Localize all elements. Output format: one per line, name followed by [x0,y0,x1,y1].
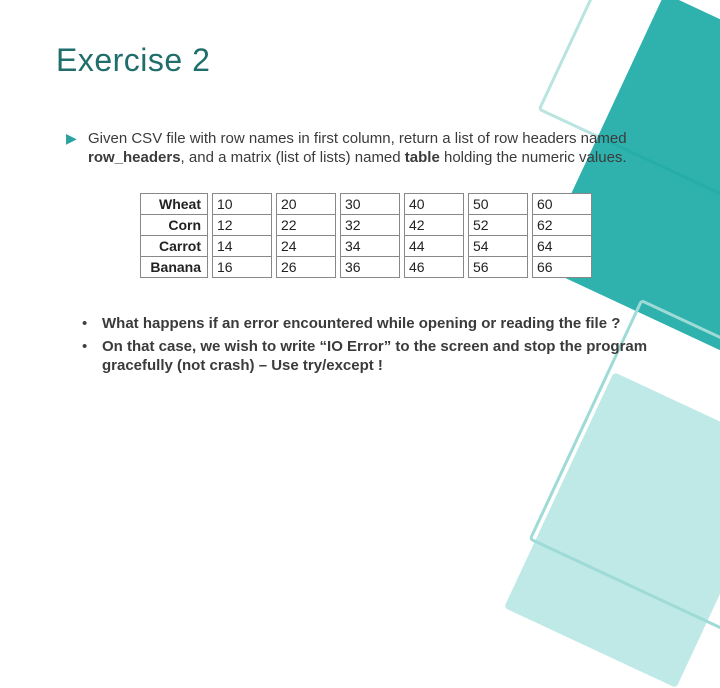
cell: 32 [340,215,400,236]
question-2: On that case, we wish to write “IO Error… [102,338,647,374]
cell: 42 [404,215,464,236]
cell: 20 [276,193,336,215]
sub-bullet-text: On that case, we wish to write “IO Error… [102,337,664,375]
cell: 26 [276,257,336,278]
sub-bullet-list: • What happens if an error encountered w… [82,314,664,375]
cell: 14 [212,236,272,257]
bullet-arrow-icon: ▶ [66,129,88,167]
cell: 52 [468,215,528,236]
bullet-kw1: row_headers [88,149,181,166]
data-table: Wheat 10 20 30 40 50 60 Corn 12 22 32 42… [136,193,596,278]
cell: 50 [468,193,528,215]
cell: 60 [532,193,592,215]
cell: 30 [340,193,400,215]
cell: 56 [468,257,528,278]
table-row: Wheat 10 20 30 40 50 60 [140,193,592,215]
cell: 46 [404,257,464,278]
cell: 12 [212,215,272,236]
cell: 54 [468,236,528,257]
bullet-post: holding the numeric values. [440,149,627,166]
cell: 16 [212,257,272,278]
cell: 34 [340,236,400,257]
cell: 64 [532,236,592,257]
cell: 40 [404,193,464,215]
bullet-dot-icon: • [82,314,102,333]
table-row: Carrot 14 24 34 44 54 64 [140,236,592,257]
slide-content: Exercise 2 ▶ Given CSV file with row nam… [0,0,720,375]
decoration-light-block [504,372,720,688]
sub-bullet-item: • What happens if an error encountered w… [82,314,664,333]
cell: 24 [276,236,336,257]
question-1: What happens if an error encountered whi… [102,315,620,332]
bullet-text: Given CSV file with row names in first c… [88,129,664,167]
bullet-mid: , and a matrix (list of lists) named [181,149,405,166]
row-header: Corn [140,215,208,236]
sub-bullet-item: • On that case, we wish to write “IO Err… [82,337,664,375]
cell: 22 [276,215,336,236]
cell: 44 [404,236,464,257]
row-header: Banana [140,257,208,278]
cell: 36 [340,257,400,278]
bullet-kw2: table [405,149,440,166]
cell: 10 [212,193,272,215]
cell: 66 [532,257,592,278]
cell: 62 [532,215,592,236]
row-header: Wheat [140,193,208,215]
row-header: Carrot [140,236,208,257]
page-title: Exercise 2 [56,42,664,79]
sub-bullet-text: What happens if an error encountered whi… [102,314,664,333]
table-row: Banana 16 26 36 46 56 66 [140,257,592,278]
bullet-dot-icon: • [82,337,102,375]
data-table-wrap: Wheat 10 20 30 40 50 60 Corn 12 22 32 42… [136,193,664,278]
bullet-pre: Given CSV file with row names in first c… [88,130,627,147]
table-row: Corn 12 22 32 42 52 62 [140,215,592,236]
main-bullet: ▶ Given CSV file with row names in first… [66,129,664,167]
